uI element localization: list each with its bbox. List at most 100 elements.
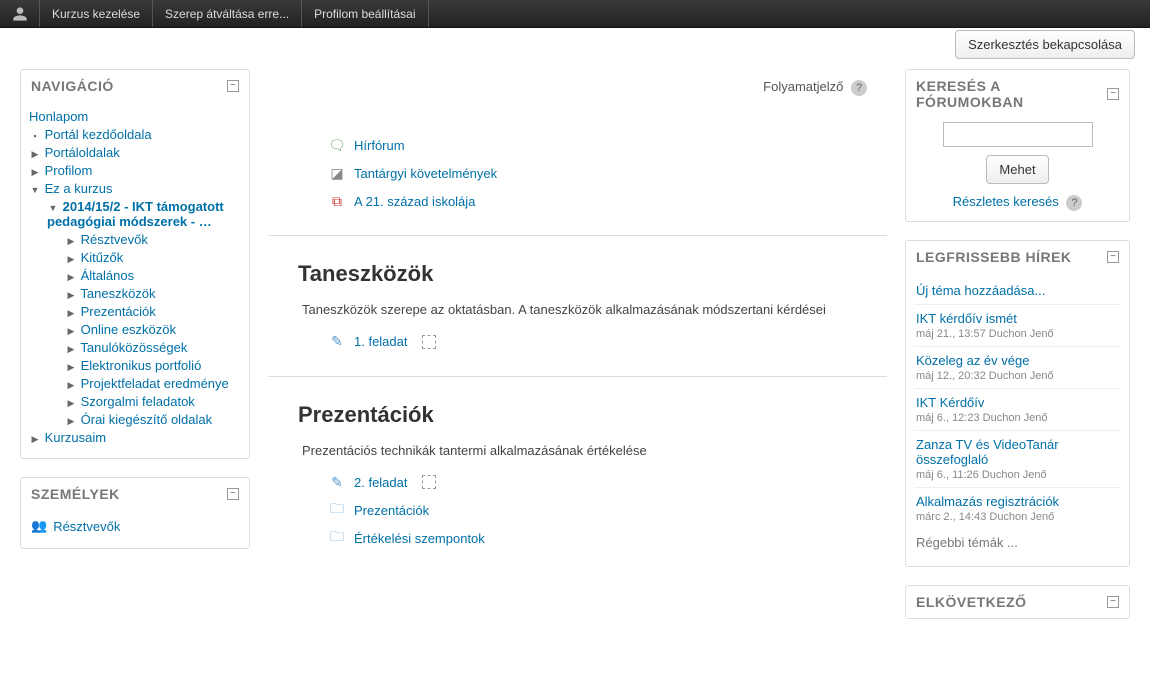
- pdf-icon: ⧉: [328, 192, 346, 210]
- page-icon: ◪: [328, 164, 346, 182]
- user-menu-icon[interactable]: [0, 0, 40, 27]
- participants-link[interactable]: Résztvevők: [53, 519, 120, 534]
- search-block-title: KERESÉS A FÓRUMOKBAN: [916, 78, 1107, 110]
- expand-icon[interactable]: ▶: [29, 149, 41, 160]
- section-summary: Taneszközök szerepe az oktatásban. A tan…: [302, 301, 857, 319]
- activity-item: 🗨 Hírfórum: [328, 136, 887, 154]
- expand-icon[interactable]: ▶: [65, 380, 77, 391]
- nav-presentations[interactable]: Prezentációk: [81, 304, 156, 319]
- people-title: SZEMÉLYEK: [31, 486, 120, 502]
- course-section: Prezentációk Prezentációs technikák tant…: [268, 402, 887, 548]
- expand-icon[interactable]: ▶: [29, 434, 41, 445]
- nav-portal-home[interactable]: Portál kezdőoldala: [45, 127, 152, 142]
- nav-profile-settings[interactable]: Profilom beállításai: [302, 0, 428, 27]
- section-title: Taneszközök: [298, 261, 887, 287]
- nav-online-tools[interactable]: Online eszközök: [81, 322, 176, 337]
- forum-search-input[interactable]: [943, 122, 1093, 147]
- collapse-tree-icon[interactable]: ▼: [29, 185, 41, 195]
- nav-this-course[interactable]: Ez a kurzus: [45, 181, 113, 196]
- help-icon[interactable]: ?: [1066, 195, 1082, 211]
- nav-supplementary[interactable]: Órai kiegészítő oldalak: [81, 412, 213, 427]
- news-link[interactable]: Zanza TV és VideoTanár összefoglaló: [916, 437, 1059, 467]
- forum-icon: 🗨: [328, 136, 346, 154]
- navigation-block: NAVIGÁCIÓ − Honlapom ▪ Portál kezdőoldal…: [20, 69, 250, 459]
- activity-link[interactable]: Prezentációk: [354, 503, 429, 518]
- upcoming-block-title: ELKÖVETKEZŐ: [916, 594, 1027, 610]
- expand-icon[interactable]: ▶: [65, 344, 77, 355]
- latest-news-block: LEGFRISSEBB HÍREK − Új téma hozzáadása..…: [905, 240, 1130, 567]
- nav-participants[interactable]: Résztvevők: [81, 232, 148, 247]
- nav-home[interactable]: Honlapom: [29, 109, 88, 124]
- assignment-icon: ✎: [328, 333, 346, 351]
- news-link[interactable]: Közeleg az év vége: [916, 353, 1029, 368]
- upcoming-block: ELKÖVETKEZŐ −: [905, 585, 1130, 619]
- expand-icon[interactable]: ▶: [65, 326, 77, 337]
- expand-icon[interactable]: ▶: [65, 416, 77, 427]
- add-topic-link[interactable]: Új téma hozzáadása...: [916, 283, 1045, 298]
- expand-icon[interactable]: ▶: [65, 236, 77, 247]
- nav-current-course[interactable]: 2014/15/2 - IKT támogatott pedagógiai mó…: [47, 199, 224, 229]
- people-block: SZEMÉLYEK − 👥 Résztvevők: [20, 477, 250, 549]
- section-title: Prezentációk: [298, 402, 887, 428]
- section-summary: Prezentációs technikák tantermi alkalmaz…: [302, 442, 857, 460]
- forum-search-block: KERESÉS A FÓRUMOKBAN − Mehet Részletes k…: [905, 69, 1130, 222]
- expand-icon[interactable]: ▶: [29, 167, 41, 178]
- completion-checkbox[interactable]: [422, 335, 436, 349]
- participants-icon: 👥: [31, 518, 47, 534]
- news-link[interactable]: Alkalmazás regisztrációk: [916, 494, 1059, 509]
- news-link[interactable]: IKT kérdőív ismét: [916, 311, 1017, 326]
- news-meta: máj 21., 13:57 Duchon Jenő: [916, 328, 1119, 340]
- activity-item: ✎ 1. feladat: [328, 333, 887, 351]
- bullet-icon: ▪: [29, 131, 41, 141]
- nav-communities[interactable]: Tanulóközösségek: [80, 340, 187, 355]
- collapse-tree-icon[interactable]: ▼: [47, 203, 59, 213]
- general-activities: 🗨 Hírfórum ◪ Tantárgyi követelmények ⧉ A…: [328, 136, 887, 210]
- progress-indicator: Folyamatjelző ?: [268, 69, 887, 126]
- help-icon[interactable]: ?: [851, 80, 867, 96]
- nav-project-result[interactable]: Projektfeladat eredménye: [81, 376, 229, 391]
- nav-eportfolio[interactable]: Elektronikus portfolió: [81, 358, 202, 373]
- nav-switch-role[interactable]: Szerep átváltása erre...: [153, 0, 302, 27]
- completion-checkbox[interactable]: [422, 475, 436, 489]
- nav-my-courses[interactable]: Kurzusaim: [45, 430, 106, 445]
- news-meta: máj 6., 12:23 Duchon Jenő: [916, 412, 1119, 424]
- activity-link[interactable]: Értékelési szempontok: [354, 531, 485, 546]
- activity-link[interactable]: 1. feladat: [354, 334, 408, 349]
- activity-item: 🗀 Prezentációk: [328, 501, 887, 519]
- assignment-icon: ✎: [328, 473, 346, 491]
- collapse-icon[interactable]: −: [1107, 251, 1119, 263]
- activity-item: ✎ 2. feladat: [328, 473, 887, 491]
- activity-link[interactable]: Tantárgyi követelmények: [354, 166, 497, 181]
- expand-icon[interactable]: ▶: [65, 398, 77, 409]
- nav-profile[interactable]: Profilom: [45, 163, 93, 178]
- nav-extra-tasks[interactable]: Szorgalmi feladatok: [81, 394, 195, 409]
- expand-icon[interactable]: ▶: [65, 290, 77, 301]
- expand-icon[interactable]: ▶: [65, 362, 77, 373]
- activity-link[interactable]: A 21. század iskolája: [354, 194, 475, 209]
- collapse-icon[interactable]: −: [227, 488, 239, 500]
- expand-icon[interactable]: ▶: [65, 254, 77, 265]
- news-link[interactable]: IKT Kérdőív: [916, 395, 984, 410]
- nav-portal-pages[interactable]: Portáloldalak: [45, 145, 120, 160]
- turn-editing-on-button[interactable]: Szerkesztés bekapcsolása: [955, 30, 1135, 59]
- collapse-icon[interactable]: −: [1107, 596, 1119, 608]
- advanced-search-link[interactable]: Részletes keresés: [953, 194, 1059, 209]
- nav-badges[interactable]: Kitűzők: [81, 250, 124, 265]
- activity-item: ◪ Tantárgyi követelmények: [328, 164, 887, 182]
- folder-icon: 🗀: [328, 529, 346, 547]
- nav-course-admin[interactable]: Kurzus kezelése: [40, 0, 153, 27]
- expand-icon[interactable]: ▶: [65, 308, 77, 319]
- nav-tools[interactable]: Taneszközök: [80, 286, 155, 301]
- nav-general[interactable]: Általános: [81, 268, 134, 283]
- collapse-icon[interactable]: −: [227, 80, 239, 92]
- expand-icon[interactable]: ▶: [65, 272, 77, 283]
- search-go-button[interactable]: Mehet: [986, 155, 1048, 184]
- news-meta: márc 2., 14:43 Duchon Jenő: [916, 511, 1119, 523]
- collapse-icon[interactable]: −: [1107, 88, 1119, 100]
- activity-link[interactable]: Hírfórum: [354, 138, 405, 153]
- activity-item: 🗀 Értékelési szempontok: [328, 529, 887, 547]
- course-section: Taneszközök Taneszközök szerepe az oktat…: [268, 261, 887, 351]
- activity-link[interactable]: 2. feladat: [354, 475, 408, 490]
- older-topics-link[interactable]: Régebbi témák ...: [916, 535, 1018, 550]
- activity-item: ⧉ A 21. század iskolája: [328, 192, 887, 210]
